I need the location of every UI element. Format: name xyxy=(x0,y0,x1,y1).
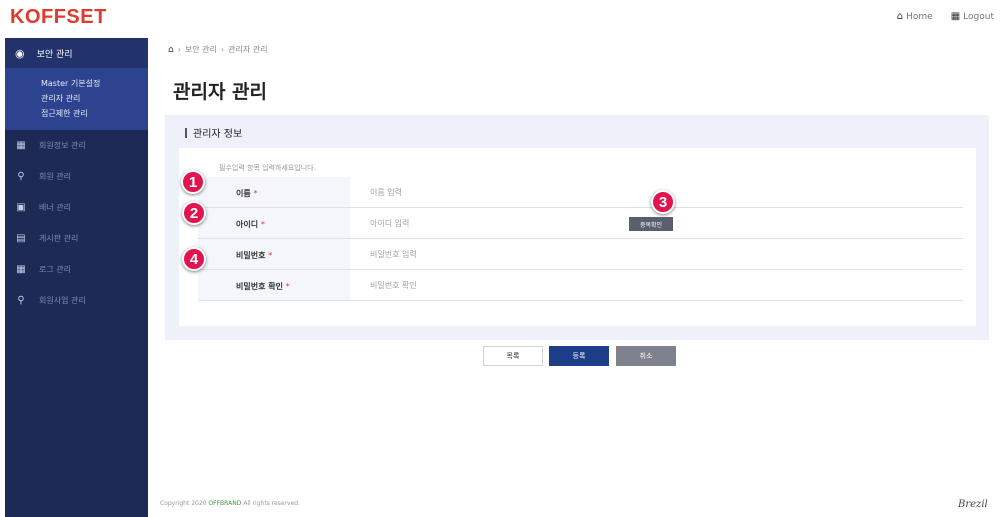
sidebar-item-banner[interactable]: ▣ 배너 관리 xyxy=(5,192,148,223)
password-confirm-label: 비밀번호 확인 * xyxy=(198,270,350,300)
submenu-item-master[interactable]: Master 기본설정 xyxy=(41,76,148,91)
form-row-password: 비밀번호 * xyxy=(198,239,963,270)
grid-icon: ▦ xyxy=(16,264,26,275)
admin-info-panel: 관리자 정보 필수입력 항목 입력하세요입니다. 이름 * 아이디 * 중복확인… xyxy=(165,115,989,340)
user-icon: ▦ xyxy=(950,11,961,22)
board-icon: ▤ xyxy=(16,233,26,244)
sidebar-submenu: Master 기본설정 관리자 관리 접근제한 관리 xyxy=(5,68,148,130)
name-label: 이름 * xyxy=(198,177,350,207)
sidebar-item-label: 보안 관리 xyxy=(36,49,73,60)
sidebar-item-label: 회원사업 관리 xyxy=(39,296,86,305)
list-button[interactable]: 목록 xyxy=(483,346,543,366)
sidebar-item-board[interactable]: ▤ 게시판 관리 xyxy=(5,223,148,254)
panel-title: 관리자 정보 xyxy=(185,125,242,140)
cancel-button[interactable]: 취소 xyxy=(616,346,676,366)
id-field[interactable] xyxy=(370,214,600,232)
sidebar-item-label: 로그 관리 xyxy=(39,265,71,274)
duplicate-check-button[interactable]: 중복확인 xyxy=(629,217,673,231)
password-label: 비밀번호 * xyxy=(198,239,350,269)
logout-link[interactable]: ▦ Logout xyxy=(951,11,994,22)
callout-2: 2 xyxy=(182,201,206,225)
monitor-icon: ▣ xyxy=(16,202,26,213)
submenu-item-access[interactable]: 접근제한 관리 xyxy=(41,106,148,121)
submit-button[interactable]: 등록 xyxy=(549,346,609,366)
sidebar-item-members[interactable]: ⚲ 회원 관리 xyxy=(5,161,148,192)
sidebar-item-label: 회원 관리 xyxy=(39,172,71,181)
admin-form: 필수입력 항목 입력하세요입니다. 이름 * 아이디 * 중복확인 비밀번호 *… xyxy=(179,148,976,326)
logout-link-label: Logout xyxy=(963,11,994,22)
footer-copyright: Copyright 2020 OFFBRAND All rights reser… xyxy=(160,500,300,507)
top-links: ⌂ Home ▦ Logout xyxy=(897,11,994,22)
password-field[interactable] xyxy=(370,245,600,263)
sidebar-item-business[interactable]: ⚲ 회원사업 관리 xyxy=(5,285,148,316)
sidebar-item-label: 게시판 관리 xyxy=(39,234,79,243)
sidebar-item-security[interactable]: ◉ 보안 관리 xyxy=(5,38,148,68)
sidebar: ◉ 보안 관리 Master 기본설정 관리자 관리 접근제한 관리 ▦ 회원정… xyxy=(5,38,148,517)
callout-1: 1 xyxy=(181,170,205,194)
form-row-id: 아이디 * 중복확인 xyxy=(198,208,963,239)
sidebar-item-label: 배너 관리 xyxy=(39,203,71,212)
breadcrumb-item[interactable]: 보안 관리 xyxy=(185,44,217,55)
person-icon: ⚲ xyxy=(17,295,25,306)
submenu-item-admin[interactable]: 관리자 관리 xyxy=(41,91,148,106)
home-link-label: Home xyxy=(906,11,933,22)
home-icon[interactable]: ⌂ xyxy=(168,45,174,55)
callout-3: 3 xyxy=(651,190,675,214)
home-link[interactable]: ⌂ Home xyxy=(897,11,933,22)
form-row-password-confirm: 비밀번호 확인 * xyxy=(198,270,963,301)
required-note: 필수입력 항목 입력하세요입니다. xyxy=(219,164,316,172)
name-field[interactable] xyxy=(370,183,600,201)
password-confirm-field[interactable] xyxy=(370,276,600,294)
sidebar-item-label: 회원정보 관리 xyxy=(39,141,86,150)
breadcrumb: ⌂ › 보안 관리 › 관리자 관리 xyxy=(168,44,268,55)
brezil-logo: Brezil xyxy=(958,499,988,510)
page-title: 관리자 관리 xyxy=(173,81,268,103)
id-label: 아이디 * xyxy=(198,208,350,238)
sidebar-item-member-info[interactable]: ▦ 회원정보 관리 xyxy=(5,130,148,161)
home-icon: ⌂ xyxy=(896,11,904,22)
callout-4: 4 xyxy=(182,247,206,271)
sidebar-item-log[interactable]: ▦ 로그 관리 xyxy=(5,254,148,285)
page: KOFFSET ⌂ Home ▦ Logout ◉ 보안 관리 Master 기… xyxy=(0,0,1006,517)
form-row-name: 이름 * xyxy=(198,177,963,208)
top-bar: KOFFSET ⌂ Home ▦ Logout xyxy=(0,0,1006,36)
person-icon: ⚲ xyxy=(17,171,25,182)
shield-icon: ◉ xyxy=(15,46,25,60)
breadcrumb-item: 관리자 관리 xyxy=(228,45,268,54)
koffset-logo[interactable]: KOFFSET xyxy=(10,6,107,29)
grid-icon: ▦ xyxy=(16,140,26,151)
